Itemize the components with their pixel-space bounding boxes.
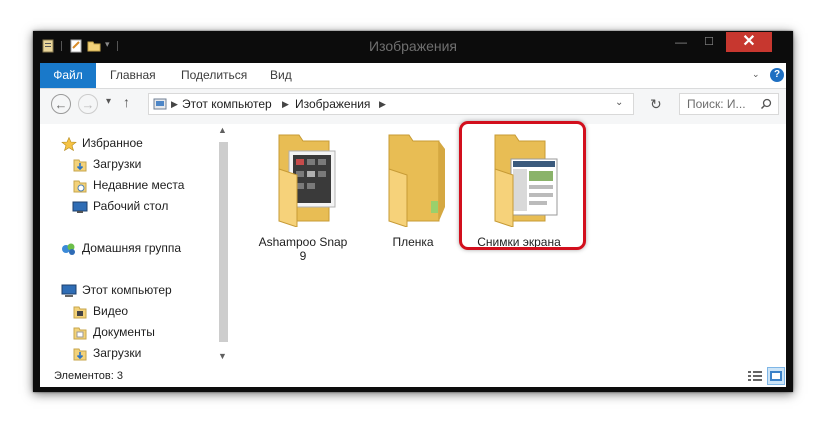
video-folder-icon xyxy=(73,306,87,319)
search-box[interactable]: Поиск: И... xyxy=(679,93,779,115)
navigation-pane: Избранное Загрузки Недавние места Рабочи… xyxy=(40,124,232,366)
sidebar-item-recent-places[interactable]: Недавние места xyxy=(72,175,184,196)
sidebar-item-label: Видео xyxy=(93,304,129,318)
breadcrumb-separator[interactable]: ▶ xyxy=(379,94,386,114)
sidebar-item-favorites[interactable]: Избранное xyxy=(61,133,143,154)
tab-view[interactable]: Вид xyxy=(270,63,292,88)
search-icon[interactable] xyxy=(760,98,772,110)
large-icons-view-icon xyxy=(770,371,782,381)
folder-item-ashampoo-snap[interactable]: Ashampoo Snap 9 xyxy=(253,129,353,263)
sidebar-item-downloads[interactable]: Загрузки xyxy=(72,154,141,175)
breadcrumb-separator[interactable]: ▶ xyxy=(282,94,289,114)
folder-label-line1: Пленка xyxy=(392,235,434,249)
tab-home[interactable]: Главная xyxy=(110,63,156,88)
status-bar: Элементов: 3 xyxy=(40,366,786,387)
back-button[interactable]: ← xyxy=(51,94,71,114)
folder-icon xyxy=(388,134,445,227)
scroll-down-arrow[interactable]: ▼ xyxy=(218,351,227,361)
scroll-up-arrow[interactable]: ▲ xyxy=(218,125,227,135)
address-history-dropdown[interactable]: ⌄ xyxy=(615,97,623,108)
sidebar-item-label: Загрузки xyxy=(93,157,142,171)
documents-folder-icon xyxy=(73,327,87,340)
close-button[interactable]: ✕ xyxy=(726,32,772,52)
tab-file[interactable]: Файл xyxy=(40,63,96,88)
content-area: Избранное Загрузки Недавние места Рабочи… xyxy=(40,121,786,366)
sidebar-item-label: Рабочий стол xyxy=(93,199,169,213)
sidebar-item-video[interactable]: Видео xyxy=(72,301,128,322)
location-icon xyxy=(153,98,167,110)
search-input[interactable]: Поиск: И... xyxy=(687,94,746,114)
breadcrumb-separator[interactable]: ▶ xyxy=(171,94,178,114)
large-icons-view-button[interactable] xyxy=(767,367,785,385)
sidebar-item-downloads-pc[interactable]: Загрузки xyxy=(72,343,141,364)
minimize-button[interactable]: — xyxy=(668,32,694,52)
explorer-window: ▾ Изображения — ☐ ✕ Файл Главная Поделит… xyxy=(33,31,793,392)
folder-label: Ashampoo Snap 9 xyxy=(253,235,353,263)
folder-label: Пленка xyxy=(363,235,463,249)
folder-label-line2: 9 xyxy=(299,249,307,263)
sidebar-item-label: Избранное xyxy=(82,136,143,150)
details-view-icon[interactable] xyxy=(747,369,763,383)
tab-share[interactable]: Поделиться xyxy=(181,63,247,88)
sidebar-item-label: Этот компьютер xyxy=(82,283,172,297)
breadcrumb-this-pc[interactable]: Этот компьютер xyxy=(182,94,272,114)
downloads-folder-icon xyxy=(73,348,87,361)
sidebar-item-homegroup[interactable]: Домашняя группа xyxy=(61,238,181,259)
sidebar-item-desktop[interactable]: Рабочий стол xyxy=(72,196,168,217)
sidebar-item-this-pc[interactable]: Этот компьютер xyxy=(61,280,172,301)
recent-locations-dropdown[interactable]: ▾ xyxy=(106,96,111,107)
sidebar-item-label: Загрузки xyxy=(93,346,142,360)
homegroup-icon xyxy=(62,243,75,255)
sidebar-item-label: Документы xyxy=(93,325,155,339)
star-icon xyxy=(61,136,77,151)
address-bar[interactable]: ▶ Этот компьютер ▶ Изображения ▶ ⌄ xyxy=(148,93,634,115)
downloads-folder-icon xyxy=(73,159,87,172)
folder-label-line1: Ashampoo Snap xyxy=(258,235,348,249)
file-list: Ashampoo Snap 9 Пленка Снимки экрана xyxy=(233,121,786,366)
up-button[interactable]: ↑ xyxy=(123,94,130,110)
forward-button[interactable]: → xyxy=(78,94,98,114)
breadcrumb-pictures[interactable]: Изображения xyxy=(295,94,370,114)
computer-icon xyxy=(61,284,77,297)
refresh-button[interactable]: ↻ xyxy=(650,96,662,113)
help-icon[interactable]: ? xyxy=(770,68,784,82)
highlight-annotation xyxy=(459,121,586,250)
folder-item-plenka[interactable]: Пленка xyxy=(363,129,463,259)
recent-places-icon xyxy=(73,180,87,193)
navigation-scrollbar[interactable]: ▲ ▼ xyxy=(215,124,232,366)
ribbon-tabs: Файл Главная Поделиться Вид ⌄ ? xyxy=(40,63,786,89)
folder-icon xyxy=(278,134,336,227)
desktop-icon xyxy=(72,201,88,213)
sidebar-item-documents[interactable]: Документы xyxy=(72,322,155,343)
scroll-thumb[interactable] xyxy=(219,142,228,342)
sidebar-item-label: Недавние места xyxy=(93,178,185,192)
sidebar-item-label: Домашняя группа xyxy=(82,241,182,255)
ribbon-expand-icon[interactable]: ⌄ xyxy=(752,69,760,80)
item-count: Элементов: 3 xyxy=(54,370,123,382)
address-row: ← → ▾ ↑ ▶ Этот компьютер ▶ Изображения ▶… xyxy=(40,89,786,124)
maximize-button[interactable]: ☐ xyxy=(696,32,722,52)
